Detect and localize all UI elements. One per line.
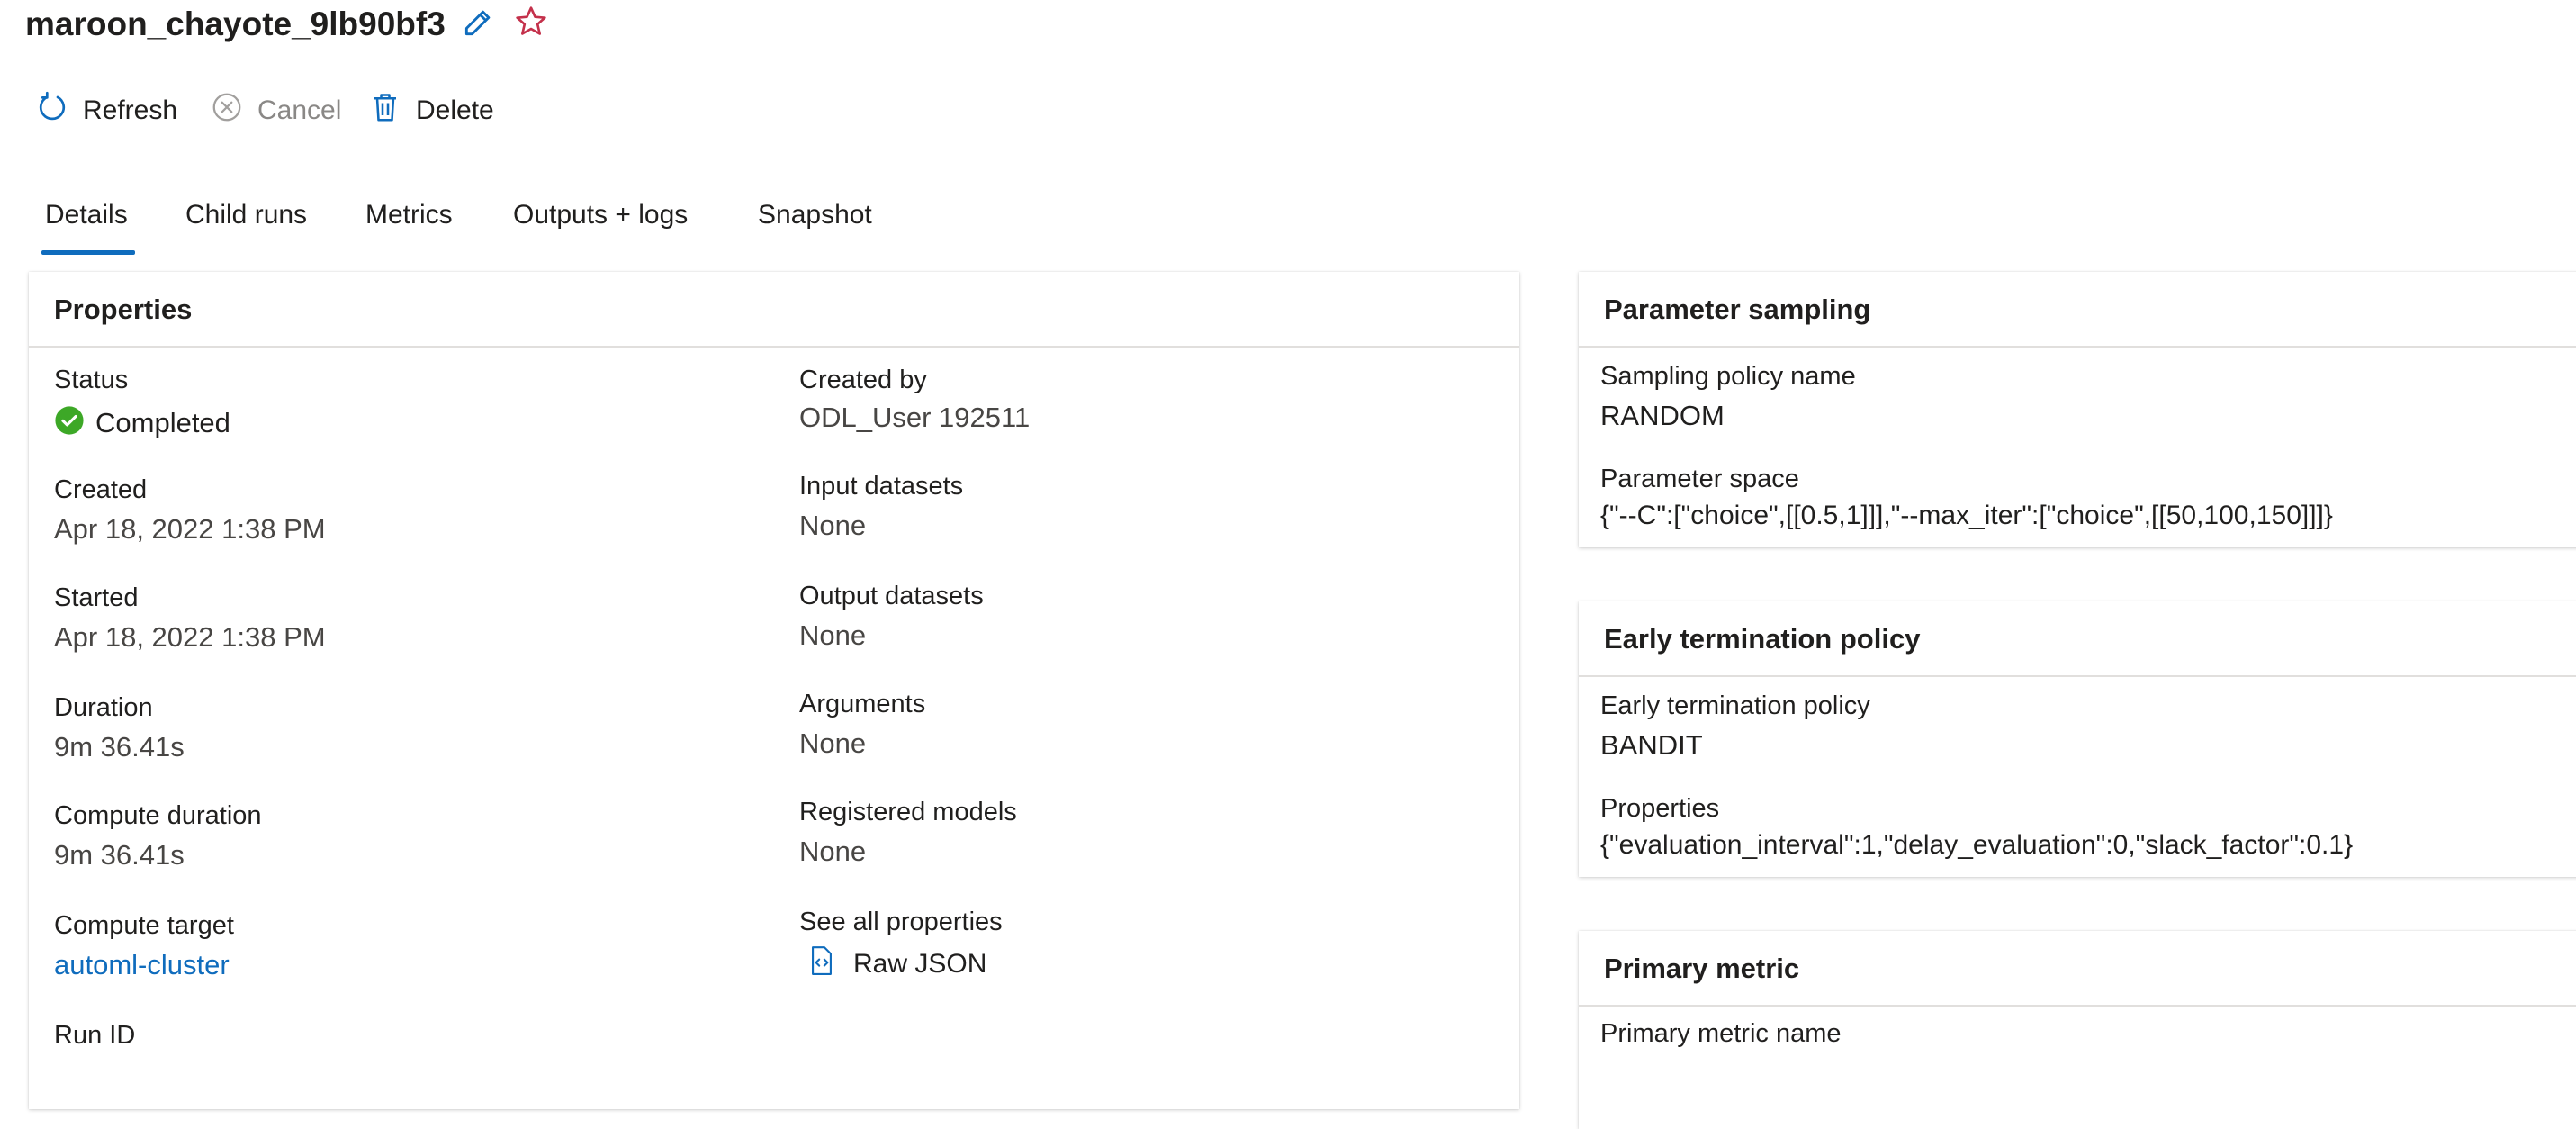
- properties-title: Properties: [54, 294, 193, 325]
- status-value: Completed: [54, 405, 230, 440]
- created-by-label: Created by: [799, 366, 927, 394]
- selected-tab-indicator: [41, 250, 135, 255]
- compute-target-link[interactable]: automl-cluster: [54, 949, 230, 981]
- cancel-button[interactable]: Cancel: [211, 90, 341, 131]
- primary-metric-card: Primary metric Primary metric name: [1579, 931, 2576, 1129]
- early-termination-card: Early termination policy Early terminati…: [1579, 601, 2576, 877]
- created-by-value: ODL_User 192511: [799, 402, 1031, 433]
- tab-child-runs[interactable]: Child runs: [185, 200, 307, 230]
- registered-models-label: Registered models: [799, 798, 1017, 826]
- parameter-space-label: Parameter space: [1600, 465, 1799, 493]
- properties-card-header: Properties: [29, 272, 1519, 348]
- compute-duration-value: 9m 36.41s: [54, 839, 185, 871]
- compute-duration-label: Compute duration: [54, 801, 262, 830]
- early-termination-policy-label: Early termination policy: [1600, 691, 1870, 720]
- delete-label: Delete: [416, 95, 494, 125]
- primary-metric-header: Primary metric: [1579, 931, 2576, 1007]
- early-termination-policy-value: BANDIT: [1600, 729, 1703, 761]
- created-label: Created: [54, 475, 148, 504]
- delete-button[interactable]: Delete: [369, 90, 494, 131]
- star-icon[interactable]: [513, 4, 549, 40]
- early-termination-header: Early termination policy: [1579, 601, 2576, 677]
- started-label: Started: [54, 583, 139, 612]
- early-termination-properties-label: Properties: [1600, 794, 1720, 823]
- raw-json-link[interactable]: Raw JSON: [808, 945, 986, 983]
- sampling-policy-name-label: Sampling policy name: [1600, 362, 1856, 391]
- see-all-properties-label: See all properties: [799, 908, 1003, 936]
- created-value: Apr 18, 2022 1:38 PM: [54, 513, 326, 545]
- early-termination-properties-value: {"evaluation_interval":1,"delay_evaluati…: [1600, 830, 2354, 860]
- parameter-sampling-title: Parameter sampling: [1604, 294, 1871, 325]
- arguments-value: None: [799, 727, 867, 759]
- code-file-icon: [808, 945, 853, 983]
- parameter-sampling-card: Parameter sampling Sampling policy name …: [1579, 272, 2576, 547]
- started-value: Apr 18, 2022 1:38 PM: [54, 621, 326, 653]
- status-text: Completed: [95, 406, 230, 438]
- properties-card: Properties Status Completed Created Apr …: [29, 272, 1519, 1109]
- early-termination-title: Early termination policy: [1604, 623, 1921, 655]
- tab-snapshot[interactable]: Snapshot: [758, 200, 872, 230]
- check-circle-icon: [54, 405, 95, 440]
- status-label: Status: [54, 366, 129, 394]
- duration-label: Duration: [54, 693, 153, 722]
- sampling-policy-name-value: RANDOM: [1600, 400, 1725, 431]
- tab-details[interactable]: Details: [45, 200, 128, 230]
- tab-metrics[interactable]: Metrics: [365, 200, 453, 230]
- registered-models-value: None: [799, 835, 867, 867]
- cancel-circle-icon: [211, 91, 257, 131]
- compute-target-label: Compute target: [54, 911, 234, 940]
- input-datasets-label: Input datasets: [799, 472, 964, 501]
- parameter-space-value: {"--C":["choice",[[0.5,1]]],"--max_iter"…: [1600, 501, 2333, 530]
- primary-metric-title: Primary metric: [1604, 953, 1800, 984]
- output-datasets-label: Output datasets: [799, 582, 984, 610]
- cancel-label: Cancel: [257, 95, 342, 125]
- refresh-button[interactable]: Refresh: [36, 90, 177, 131]
- primary-metric-name-label: Primary metric name: [1600, 1019, 1842, 1048]
- raw-json-label: Raw JSON: [853, 949, 987, 979]
- duration-value: 9m 36.41s: [54, 731, 185, 763]
- run-id-label: Run ID: [54, 1021, 136, 1050]
- trash-icon: [369, 91, 416, 131]
- output-datasets-value: None: [799, 619, 867, 651]
- parameter-sampling-header: Parameter sampling: [1579, 272, 2576, 348]
- tab-outputs-logs[interactable]: Outputs + logs: [513, 200, 688, 230]
- arguments-label: Arguments: [799, 690, 926, 718]
- run-title: maroon_chayote_9lb90bf3: [25, 5, 446, 42]
- refresh-icon: [36, 91, 83, 131]
- pencil-icon[interactable]: [461, 5, 495, 40]
- refresh-label: Refresh: [83, 95, 178, 125]
- input-datasets-value: None: [799, 510, 867, 541]
